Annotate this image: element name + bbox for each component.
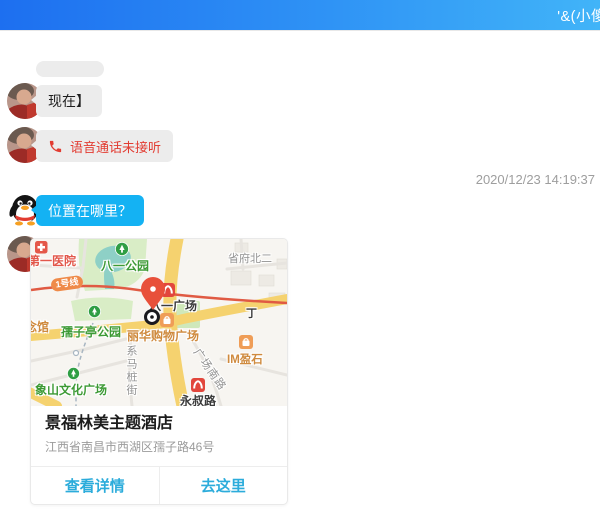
phone-icon [48, 139, 63, 154]
metro-station-icon [191, 378, 205, 392]
cutoff-message-bubble[interactable] [36, 61, 104, 77]
missed-call-bubble[interactable]: 语音通话未接听 [36, 130, 173, 162]
map-label-bayi-square: 八一广场 [149, 297, 197, 314]
map-label-ximazhuang-street: 系马桩街 [123, 345, 139, 397]
map-label-shengfu-road: 省府北二 [228, 250, 272, 266]
map-label-bayi-park: 八一公园 [101, 257, 149, 274]
map-label-hospital: 第一医院 [31, 252, 76, 269]
map-label-xiangshan-plaza: 象山文化广场 [35, 381, 107, 398]
view-details-button[interactable]: 查看详情 [31, 467, 159, 504]
go-here-button[interactable]: 去这里 [159, 467, 288, 504]
park-icon [88, 305, 101, 318]
title-bar: '&(小傻 [0, 0, 600, 31]
map-label-ruzi-park: 孺子亭公园 [61, 323, 121, 340]
location-address: 江西省南昌市西湖区孺子路46号 [45, 440, 273, 454]
chat-window: '&(小傻 现在】 语音通话未接听 2020/12/23 14:19:37 [0, 0, 600, 511]
map-label-yongshu-road: 永叔路 [180, 392, 216, 406]
shopping-mall-icon [239, 335, 253, 349]
card-actions: 查看详情 去这里 [31, 466, 287, 504]
message-bubble[interactable]: 位置在哪里？ [36, 195, 144, 226]
park-icon [115, 242, 129, 256]
map-preview[interactable]: 第一医院 八一公园 省府北二 1号线 八一广场 丽华购物广场 念馆 孺子亭公园 … [31, 239, 287, 406]
map-label-lihua-mall: 丽华购物广场 [127, 327, 199, 344]
location-title: 景福林美主题酒店 [45, 414, 273, 434]
message-text: 位置在哪里？ [48, 201, 132, 221]
missed-call-text: 语音通话未接听 [70, 137, 161, 156]
message-bubble[interactable]: 现在】 [36, 85, 102, 117]
map-label-im-plaza: IM盈石 [227, 351, 263, 367]
location-card: 第一医院 八一公园 省府北二 1号线 八一广场 丽华购物广场 念馆 孺子亭公园 … [30, 238, 288, 505]
map-label-memorial: 念馆 [31, 318, 49, 335]
message-text: 现在】 [48, 91, 90, 111]
shopping-mall-icon [160, 313, 174, 327]
map-label-ding-road: 丁 [246, 305, 257, 321]
chat-title: '&(小傻 [557, 5, 600, 26]
metro-station-icon [161, 283, 175, 297]
park-icon [67, 367, 80, 380]
location-info: 景福林美主题酒店 江西省南昌市西湖区孺子路46号 [31, 406, 287, 466]
timestamp: 2020/12/23 14:19:37 [476, 172, 595, 187]
